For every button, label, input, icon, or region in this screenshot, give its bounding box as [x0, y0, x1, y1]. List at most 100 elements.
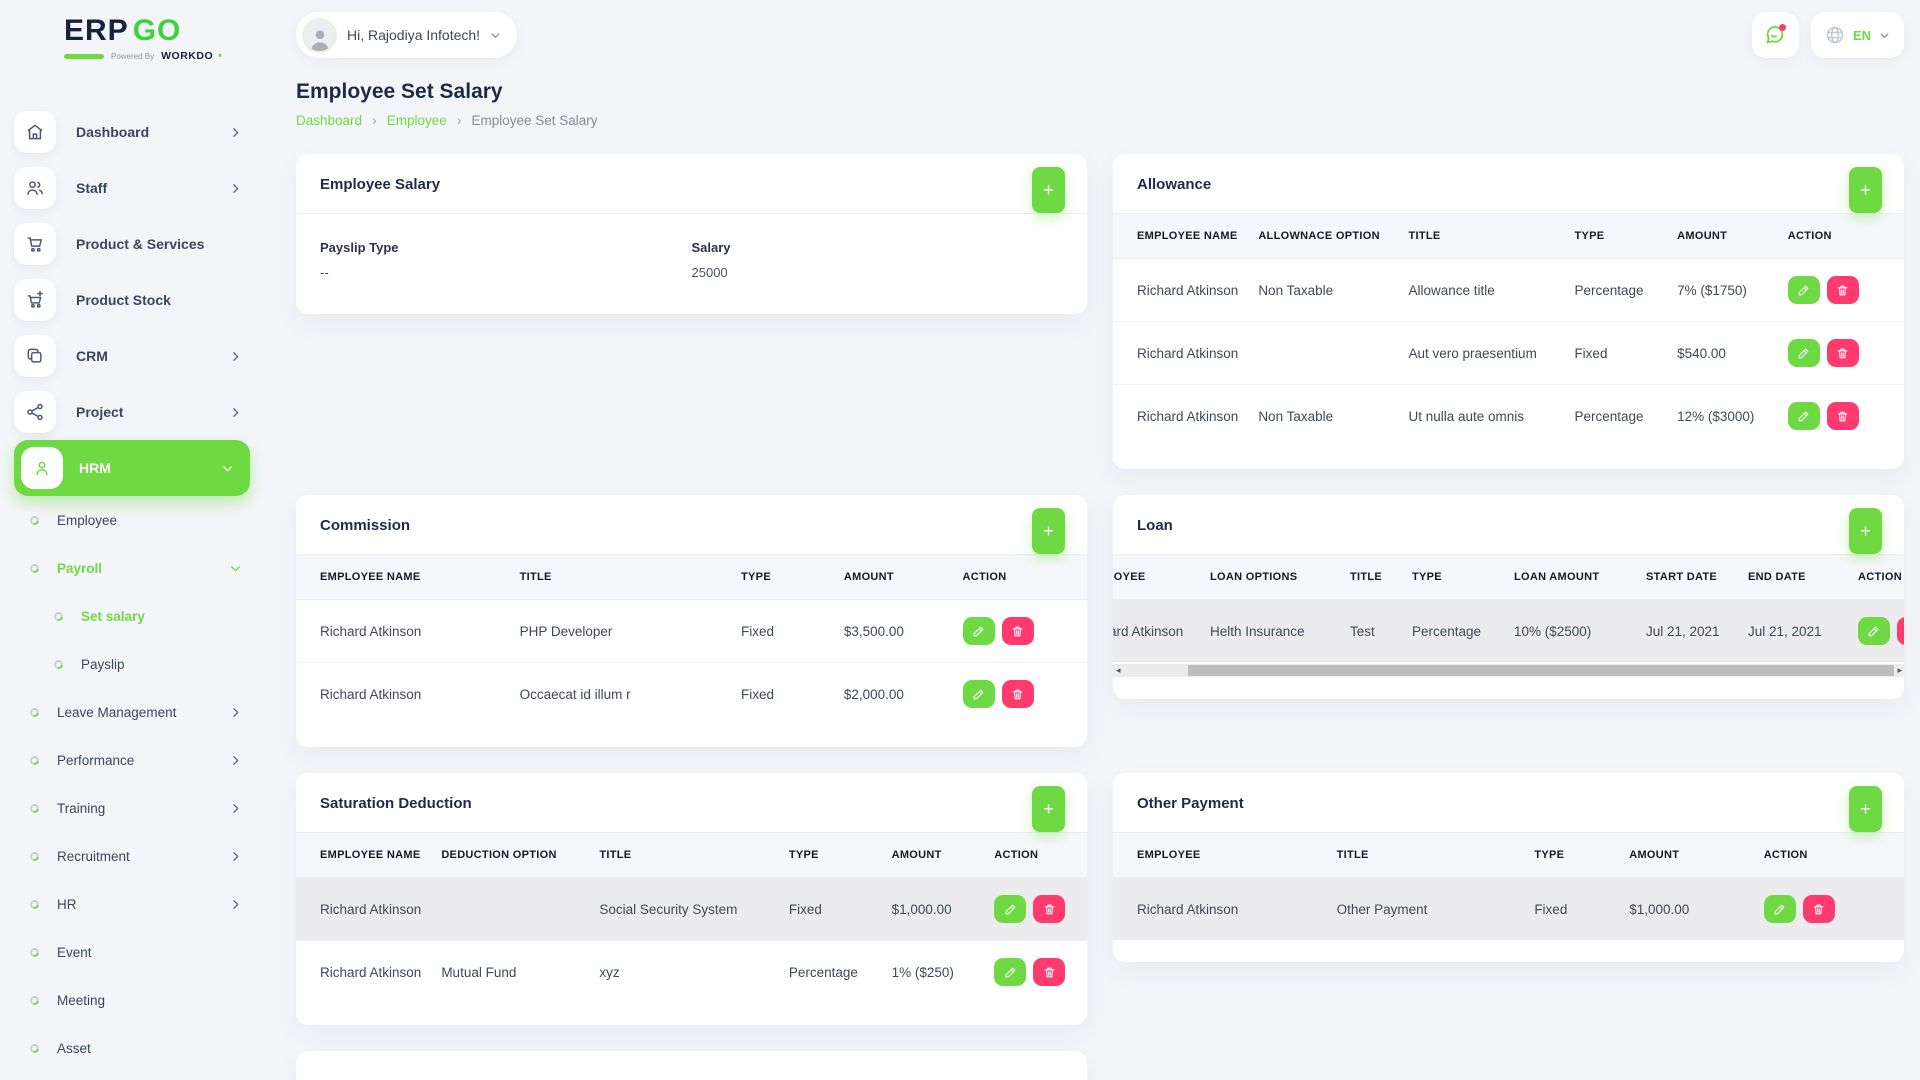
sidebar-item-employee[interactable]: Employee: [14, 496, 250, 544]
delete-button[interactable]: [1002, 680, 1034, 708]
sidebar-item-payroll[interactable]: Payroll: [14, 544, 250, 592]
app-root: ERP GO Powered By WORKDO • DashboardStaf…: [0, 0, 1920, 1080]
column-header-employee-name: EMPLOYEE NAME: [1113, 214, 1248, 259]
pencil-icon: [1797, 410, 1810, 423]
sidebar-item-product-stock[interactable]: Product Stock: [14, 272, 250, 328]
add-employee-salary-button[interactable]: +: [1032, 167, 1065, 213]
breadcrumb-dashboard[interactable]: Dashboard: [296, 113, 362, 128]
sidebar-item-label: Project: [76, 404, 123, 420]
cell-amount: 7% ($1750): [1667, 259, 1778, 322]
brand-logo[interactable]: ERP GO Powered By WORKDO •: [0, 14, 262, 94]
card-footer: [296, 725, 1087, 747]
cart-icon: [14, 223, 56, 265]
breadcrumb-employee-set-salary: Employee Set Salary: [471, 113, 597, 128]
sidebar-item-payslip[interactable]: Payslip: [14, 640, 250, 688]
breadcrumb-employee[interactable]: Employee: [387, 113, 447, 128]
edit-button[interactable]: [1858, 617, 1890, 645]
card-head: Allowance +: [1113, 154, 1904, 214]
chevron-down-icon: [229, 562, 242, 575]
commission-card: Commission + EMPLOYEE NAMETITLETYPEAMOUN…: [296, 495, 1087, 747]
cell-end-date: Jul 21, 2021: [1738, 600, 1848, 663]
user-menu[interactable]: Hi, Rajodiya Infotech!: [296, 12, 517, 58]
cell-action: [1778, 322, 1904, 385]
sidebar-item-event[interactable]: Event: [14, 928, 250, 976]
scroll-left-arrow[interactable]: ◂: [1116, 664, 1121, 677]
column-header-action: ACTION: [984, 833, 1087, 878]
sidebar-item-hr[interactable]: HR: [14, 880, 250, 928]
sidebar-item-product-services[interactable]: Product & Services: [14, 216, 250, 272]
language-selector[interactable]: EN: [1811, 12, 1904, 58]
sidebar-item-training[interactable]: Training: [14, 784, 250, 832]
add-commission-button[interactable]: +: [1032, 508, 1065, 554]
table-row: Richard AtkinsonHelth InsuranceTestPerce…: [1113, 600, 1904, 663]
edit-button[interactable]: [1788, 339, 1820, 367]
chevron-right-icon: [229, 126, 242, 139]
chevron-down-icon: [221, 462, 234, 475]
sidebar-item-label: Training: [57, 801, 105, 816]
sidebar-item-performance[interactable]: Performance: [14, 736, 250, 784]
add-other-payment-button[interactable]: +: [1849, 786, 1882, 832]
delete-button[interactable]: [1033, 958, 1065, 986]
table-header-row: EMPLOYEELOAN OPTIONSTITLETYPELOAN AMOUNT…: [1113, 555, 1904, 600]
edit-button[interactable]: [994, 958, 1026, 986]
add-loan-button[interactable]: +: [1849, 508, 1882, 554]
column-header-start-date: START DATE: [1636, 555, 1738, 600]
sidebar-item-project[interactable]: Project: [14, 384, 250, 440]
sidebar-item-meeting[interactable]: Meeting: [14, 976, 250, 1024]
sidebar-item-set-salary[interactable]: Set salary: [14, 592, 250, 640]
workdo-dot: •: [218, 50, 222, 62]
sidebar-item-leave-management[interactable]: Leave Management: [14, 688, 250, 736]
table-row: Richard AtkinsonNon TaxableUt nulla aute…: [1113, 385, 1904, 448]
delete-button[interactable]: [1827, 339, 1859, 367]
sidebar-item-dashboard[interactable]: Dashboard: [14, 104, 250, 160]
pencil-icon: [1797, 347, 1810, 360]
edit-button[interactable]: [1764, 895, 1796, 923]
edit-button[interactable]: [963, 680, 995, 708]
powered-by-label: Powered By: [111, 52, 154, 61]
delete-button[interactable]: [1803, 895, 1835, 923]
card-title: Loan: [1137, 517, 1173, 534]
chevron-right-icon: [229, 898, 242, 911]
pencil-icon: [1797, 284, 1810, 297]
edit-button[interactable]: [994, 895, 1026, 923]
pencil-icon: [972, 625, 985, 638]
column-header-type: TYPE: [731, 555, 834, 600]
column-header-loan-options: LOAN OPTIONS: [1200, 555, 1340, 600]
bullet-icon: [28, 946, 41, 959]
add-allowance-button[interactable]: +: [1849, 167, 1882, 213]
notification-dot: [1779, 24, 1786, 31]
column-header-type: TYPE: [779, 833, 882, 878]
topbar: Hi, Rajodiya Infotech! EN: [296, 6, 1904, 64]
page-title: Employee Set Salary: [296, 80, 1904, 104]
bullet-icon: [28, 562, 41, 575]
cell-employee-name: Richard Atkinson: [296, 600, 510, 663]
sidebar-item-staff[interactable]: Staff: [14, 160, 250, 216]
sidebar-item-crm[interactable]: CRM: [14, 328, 250, 384]
scroll-right-arrow[interactable]: ▸: [1897, 664, 1902, 677]
edit-button[interactable]: [1788, 276, 1820, 304]
delete-button[interactable]: [1002, 617, 1034, 645]
sidebar-item-asset[interactable]: Asset: [14, 1024, 250, 1072]
delete-button[interactable]: [1897, 617, 1905, 645]
delete-button[interactable]: [1033, 895, 1065, 923]
field-value: 25000: [692, 265, 1064, 280]
sidebar-item-label: Set salary: [81, 609, 145, 624]
scrollbar-thumb[interactable]: [1188, 665, 1894, 676]
delete-button[interactable]: [1827, 402, 1859, 430]
messenger-button[interactable]: [1752, 12, 1799, 58]
sidebar-item-recruitment[interactable]: Recruitment: [14, 832, 250, 880]
delete-button[interactable]: [1827, 276, 1859, 304]
edit-button[interactable]: [1788, 402, 1820, 430]
edit-button[interactable]: [963, 617, 995, 645]
horizontal-scrollbar[interactable]: ◂ ▸: [1113, 664, 1904, 677]
trash-icon: [1836, 347, 1849, 360]
sidebar-item-label: Payslip: [81, 657, 125, 672]
page-head: Employee Set Salary Dashboard›Employee›E…: [296, 80, 1904, 128]
cell-allownace-option: Non Taxable: [1248, 259, 1398, 322]
add-saturation-deduction-button[interactable]: +: [1032, 786, 1065, 832]
cell-type: Percentage: [1402, 600, 1504, 663]
sidebar-item-hrm[interactable]: HRM: [14, 440, 250, 496]
main-content: Hi, Rajodiya Infotech! EN: [262, 0, 1920, 1080]
cell-action: [984, 941, 1087, 1004]
saturation-deduction-card: Saturation Deduction + EMPLOYEE NAMEDEDU…: [296, 773, 1087, 1025]
